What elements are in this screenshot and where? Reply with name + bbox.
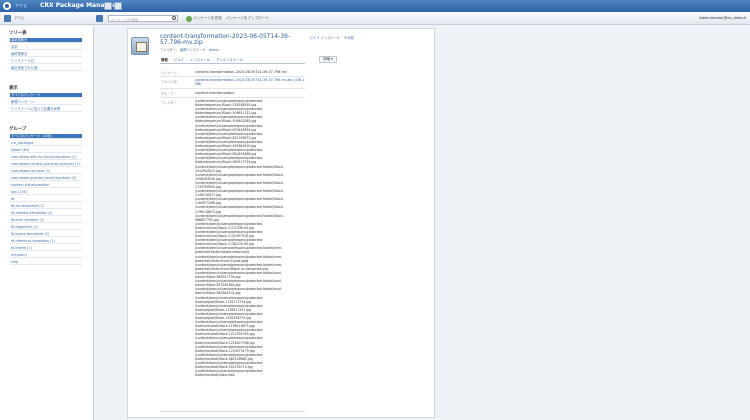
section-title-tree: ツリー表 (9, 31, 27, 36)
adobe-label: アドビ (15, 3, 28, 8)
divider (160, 88, 305, 89)
search-input[interactable]: パッケージを検索 (108, 15, 178, 22)
sidebar-item[interactable]: 最新更新日 (10, 38, 82, 44)
package-title[interactable]: content-transformation-2023-06-05T14-39-… (160, 33, 310, 46)
sidebar-group-item[interactable]: fd-layout-templates (1) (10, 232, 82, 238)
create-package-icon[interactable] (186, 15, 192, 22)
sidebar-group-item[interactable]: content-transformation (10, 183, 82, 189)
search-placeholder: パッケージを検索 (111, 18, 139, 23)
section-title-groups: グループ (9, 127, 27, 132)
user-menu[interactable]: Administrator@ex_default (699, 16, 746, 20)
divider (160, 97, 305, 98)
sidebar-group-item[interactable]: xmp (10, 260, 82, 266)
create-package-button[interactable]: パッケージを作成 (193, 16, 222, 21)
divider (160, 76, 305, 77)
package-name-value: content-transformation-2023-06-05T14-39-… (195, 70, 287, 74)
toolbar: アドビ パッケージを検索 パッケージを作成 パッケージをアップロード Admin… (0, 12, 750, 25)
more-actions-button[interactable]: その他 (344, 35, 354, 41)
field-label: パッケージ (161, 71, 177, 75)
sidebar-filter-item[interactable]: 新規パッケージ (10, 100, 82, 106)
sidebar-group-item[interactable]: com.adobe.aem.cs.cloud.migrations (1) (10, 155, 82, 161)
sidebar-group-item[interactable]: com.adobe.granite.cloud.migrations (3) (10, 176, 82, 182)
tab-uninstall[interactable]: アンインストール (216, 57, 243, 62)
sidebar-group-item[interactable]: fd (10, 197, 82, 203)
sidebar-item[interactable]: 名前 (10, 45, 82, 51)
tab-build[interactable]: ビルド (174, 57, 184, 62)
package-detail: content-transformation-2023-06-05T14-39-… (127, 28, 435, 418)
search-icon[interactable] (172, 16, 176, 20)
package-folder-label: フォルダー： (160, 48, 180, 52)
package-icon[interactable] (96, 15, 103, 22)
sidebar-group-item[interactable]: com.adobe.cq.best-practices-analyzer (2) (10, 162, 82, 168)
sidebar: ツリー表 最新更新日 名前 最終更新日 インストール日 最近追加された順 表示 … (0, 26, 94, 420)
tab-info[interactable]: 情報 (161, 57, 168, 62)
install-button[interactable]: インストール (321, 35, 340, 41)
package-group-value: content-transformation (195, 91, 235, 95)
sidebar-item[interactable]: 最終更新日 (10, 52, 82, 58)
sidebar-group-item[interactable]: my-policy (10, 253, 82, 259)
sidebar-group-item[interactable]: crx_packages (10, 141, 82, 147)
title-bar: アドビ CRX Package Manager (0, 0, 750, 12)
field-label: フィルター (161, 101, 177, 105)
sidebar-group-item[interactable]: すべてのパッケージ（20件） (10, 134, 82, 140)
upload-package-button[interactable]: パッケージをアップロード (226, 16, 269, 21)
sidebar-group-item[interactable]: fd-theme (1) (10, 246, 82, 252)
package-file-link[interactable]: content-transformation-2023-06-05T14-39-… (195, 78, 305, 86)
filter-path-line: folder/nandad/video.mp4 (195, 373, 235, 378)
back-label[interactable]: アドビ (14, 16, 25, 21)
sidebar-group-item[interactable]: Adobe (65) (10, 148, 82, 154)
sidebar-group-item[interactable]: fd-fragments (1) (10, 225, 82, 231)
window-button-icon[interactable] (104, 2, 112, 10)
sidebar-item[interactable]: 最近追加された順 (10, 66, 82, 72)
sidebar-filter-item[interactable]: すべてのパッケージ (10, 93, 82, 99)
section-title-filter: 表示 (9, 86, 18, 91)
main-panel: content-transformation-2023-06-05T14-39-… (98, 26, 750, 420)
tab-install[interactable]: インストール (190, 57, 210, 62)
filter-list: /content/dam/xx/sample/expans/protected-… (195, 99, 307, 377)
build-button[interactable]: ビルド (310, 35, 320, 41)
sidebar-group-item[interactable]: day (135) (10, 190, 82, 196)
divider (160, 411, 305, 412)
window-button-icon[interactable] (114, 2, 122, 10)
sidebar-filter-item[interactable]: インストールに加えて必要な状態 (10, 107, 82, 113)
sidebar-group-item[interactable]: fd-acr-templates (1) (10, 204, 82, 210)
sidebar-group-item[interactable]: com.adobe.cq.mbox (1) (10, 169, 82, 175)
sidebar-group-item[interactable]: fd-editable-templates (1) (10, 211, 82, 217)
sidebar-group-item[interactable]: fd-form-renderer (1) (10, 218, 82, 224)
package-subtitle: フォルダー： 最終インストール：admin (160, 47, 219, 52)
crx-logo-icon (3, 2, 11, 10)
details-dropdown[interactable]: 詳細 ▾ (319, 56, 337, 63)
field-label: グループ (161, 92, 174, 96)
package-last-install[interactable]: 最終インストール：admin (180, 48, 219, 52)
package-tabs: 情報 ビルド インストール アンインストール 詳細 ▾ (160, 56, 337, 64)
sidebar-item[interactable]: インストール日 (10, 59, 82, 65)
sidebar-group-item[interactable]: fd-reference-templates (1) (10, 239, 82, 245)
field-label: ファイル名 (161, 80, 177, 84)
home-icon[interactable] (4, 15, 11, 22)
package-icon (131, 37, 149, 55)
